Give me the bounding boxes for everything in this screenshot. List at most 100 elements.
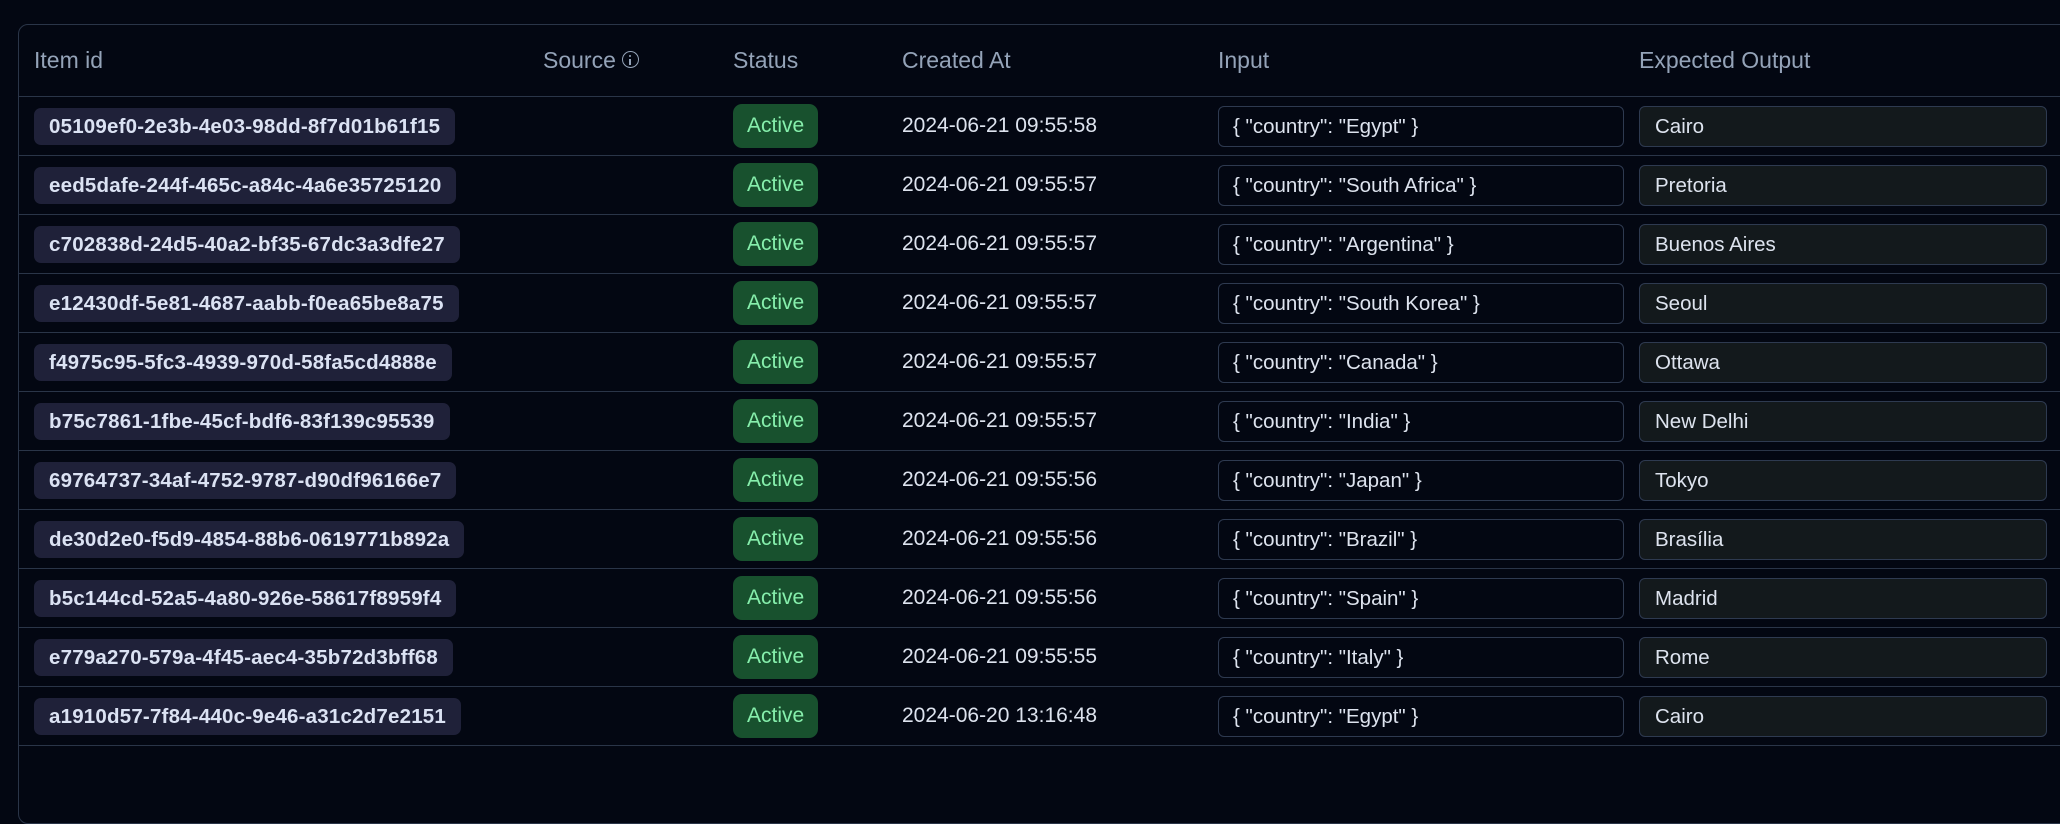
table-row[interactable]: e779a270-579a-4f45-aec4-35b72d3bff68 Act…: [19, 628, 2060, 687]
status-badge: Active: [733, 694, 818, 738]
expected-output-field[interactable]: Rome: [1639, 637, 2047, 678]
input-field[interactable]: { "country": "South Korea" }: [1218, 283, 1624, 324]
column-header-label: Item id: [34, 47, 103, 73]
input-field[interactable]: { "country": "Spain" }: [1218, 578, 1624, 619]
input-field[interactable]: { "country": "Argentina" }: [1218, 224, 1624, 265]
created-at-text: 2024-06-21 09:55:57: [902, 173, 1097, 196]
input-field[interactable]: { "country": "Japan" }: [1218, 460, 1624, 501]
input-cell: { "country": "Spain" }: [1218, 569, 1639, 628]
input-field[interactable]: { "country": "Canada" }: [1218, 342, 1624, 383]
item-id-chip[interactable]: e12430df-5e81-4687-aabb-f0ea65be8a75: [34, 285, 459, 322]
info-icon[interactable]: [622, 51, 639, 68]
column-header-label: Input: [1218, 47, 1269, 73]
status-badge: Active: [733, 163, 818, 207]
item-id-chip[interactable]: c702838d-24d5-40a2-bf35-67dc3a3dfe27: [34, 226, 460, 263]
table-row[interactable]: e12430df-5e81-4687-aabb-f0ea65be8a75 Act…: [19, 274, 2060, 333]
column-header-source[interactable]: Source: [543, 25, 733, 97]
status-badge: Active: [733, 517, 818, 561]
item-id-chip[interactable]: b5c144cd-52a5-4a80-926e-58617f8959f4: [34, 580, 456, 617]
expected-output-field[interactable]: Cairo: [1639, 106, 2047, 147]
input-cell: { "country": "Egypt" }: [1218, 687, 1639, 746]
column-header-label: Expected Output: [1639, 47, 1810, 73]
created-at-cell: 2024-06-21 09:55:56: [902, 569, 1218, 628]
input-field[interactable]: { "country": "India" }: [1218, 401, 1624, 442]
table-row[interactable]: b5c144cd-52a5-4a80-926e-58617f8959f4 Act…: [19, 569, 2060, 628]
item-id-chip[interactable]: eed5dafe-244f-465c-a84c-4a6e35725120: [34, 167, 456, 204]
item-id-cell: c702838d-24d5-40a2-bf35-67dc3a3dfe27: [19, 215, 543, 274]
expected-output-field[interactable]: New Delhi: [1639, 401, 2047, 442]
input-cell: { "country": "Italy" }: [1218, 628, 1639, 687]
table-row[interactable]: 05109ef0-2e3b-4e03-98dd-8f7d01b61f15 Act…: [19, 97, 2060, 156]
created-at-text: 2024-06-21 09:55:57: [902, 232, 1097, 255]
created-at-cell: 2024-06-21 09:55:57: [902, 156, 1218, 215]
status-badge: Active: [733, 104, 818, 148]
table-row[interactable]: b75c7861-1fbe-45cf-bdf6-83f139c95539 Act…: [19, 392, 2060, 451]
item-id-chip[interactable]: 05109ef0-2e3b-4e03-98dd-8f7d01b61f15: [34, 108, 455, 145]
column-header-expected-output[interactable]: Expected Output: [1639, 25, 2060, 97]
item-id-chip[interactable]: de30d2e0-f5d9-4854-88b6-0619771b892a: [34, 521, 464, 558]
input-field[interactable]: { "country": "South Africa" }: [1218, 165, 1624, 206]
created-at-cell: 2024-06-21 09:55:57: [902, 274, 1218, 333]
expected-output-cell: Madrid: [1639, 569, 2060, 628]
column-header-item-id[interactable]: Item id: [19, 25, 543, 97]
table-row[interactable]: f4975c95-5fc3-4939-970d-58fa5cd4888e Act…: [19, 333, 2060, 392]
item-id-cell: e779a270-579a-4f45-aec4-35b72d3bff68: [19, 628, 543, 687]
item-id-cell: b5c144cd-52a5-4a80-926e-58617f8959f4: [19, 569, 543, 628]
column-header-label: Source: [543, 47, 616, 73]
expected-output-cell: Cairo: [1639, 97, 2060, 156]
status-badge: Active: [733, 458, 818, 502]
source-cell: [543, 628, 733, 687]
created-at-text: 2024-06-21 09:55:56: [902, 527, 1097, 550]
table-row[interactable]: 69764737-34af-4752-9787-d90df96166e7 Act…: [19, 451, 2060, 510]
status-cell: Active: [733, 215, 902, 274]
input-field[interactable]: { "country": "Egypt" }: [1218, 696, 1624, 737]
expected-output-field[interactable]: Brasília: [1639, 519, 2047, 560]
source-cell: [543, 333, 733, 392]
expected-output-field[interactable]: Buenos Aires: [1639, 224, 2047, 265]
status-badge: Active: [733, 222, 818, 266]
item-id-cell: eed5dafe-244f-465c-a84c-4a6e35725120: [19, 156, 543, 215]
column-header-status[interactable]: Status: [733, 25, 902, 97]
column-header-created-at[interactable]: Created At: [902, 25, 1218, 97]
table-header-row: Item id Source Status Created At Input E…: [19, 25, 2060, 97]
column-header-input[interactable]: Input: [1218, 25, 1639, 97]
expected-output-field[interactable]: Ottawa: [1639, 342, 2047, 383]
status-badge: Active: [733, 635, 818, 679]
source-cell: [543, 569, 733, 628]
created-at-cell: 2024-06-20 13:16:48: [902, 687, 1218, 746]
expected-output-field[interactable]: Tokyo: [1639, 460, 2047, 501]
expected-output-field[interactable]: Madrid: [1639, 578, 2047, 619]
table-row[interactable]: de30d2e0-f5d9-4854-88b6-0619771b892a Act…: [19, 510, 2060, 569]
source-cell: [543, 215, 733, 274]
created-at-text: 2024-06-21 09:55:56: [902, 586, 1097, 609]
item-id-chip[interactable]: a1910d57-7f84-440c-9e46-a31c2d7e2151: [34, 698, 461, 735]
table-row[interactable]: a1910d57-7f84-440c-9e46-a31c2d7e2151 Act…: [19, 687, 2060, 746]
expected-output-field[interactable]: Cairo: [1639, 696, 2047, 737]
item-id-chip[interactable]: f4975c95-5fc3-4939-970d-58fa5cd4888e: [34, 344, 452, 381]
table-row[interactable]: eed5dafe-244f-465c-a84c-4a6e35725120 Act…: [19, 156, 2060, 215]
status-badge: Active: [733, 576, 818, 620]
input-cell: { "country": "Egypt" }: [1218, 97, 1639, 156]
item-id-cell: f4975c95-5fc3-4939-970d-58fa5cd4888e: [19, 333, 543, 392]
table-row[interactable]: c702838d-24d5-40a2-bf35-67dc3a3dfe27 Act…: [19, 215, 2060, 274]
expected-output-cell: Seoul: [1639, 274, 2060, 333]
status-badge: Active: [733, 340, 818, 384]
input-field[interactable]: { "country": "Italy" }: [1218, 637, 1624, 678]
expected-output-cell: Pretoria: [1639, 156, 2060, 215]
expected-output-field[interactable]: Seoul: [1639, 283, 2047, 324]
expected-output-field[interactable]: Pretoria: [1639, 165, 2047, 206]
status-cell: Active: [733, 451, 902, 510]
input-cell: { "country": "Canada" }: [1218, 333, 1639, 392]
status-cell: Active: [733, 392, 902, 451]
item-id-chip[interactable]: b75c7861-1fbe-45cf-bdf6-83f139c95539: [34, 403, 450, 440]
item-id-chip[interactable]: e779a270-579a-4f45-aec4-35b72d3bff68: [34, 639, 453, 676]
created-at-text: 2024-06-21 09:55:57: [902, 350, 1097, 373]
input-field[interactable]: { "country": "Egypt" }: [1218, 106, 1624, 147]
expected-output-cell: New Delhi: [1639, 392, 2060, 451]
input-field[interactable]: { "country": "Brazil" }: [1218, 519, 1624, 560]
created-at-text: 2024-06-20 13:16:48: [902, 704, 1097, 727]
item-id-chip[interactable]: 69764737-34af-4752-9787-d90df96166e7: [34, 462, 456, 499]
created-at-cell: 2024-06-21 09:55:56: [902, 510, 1218, 569]
source-cell: [543, 274, 733, 333]
expected-output-cell: Cairo: [1639, 687, 2060, 746]
